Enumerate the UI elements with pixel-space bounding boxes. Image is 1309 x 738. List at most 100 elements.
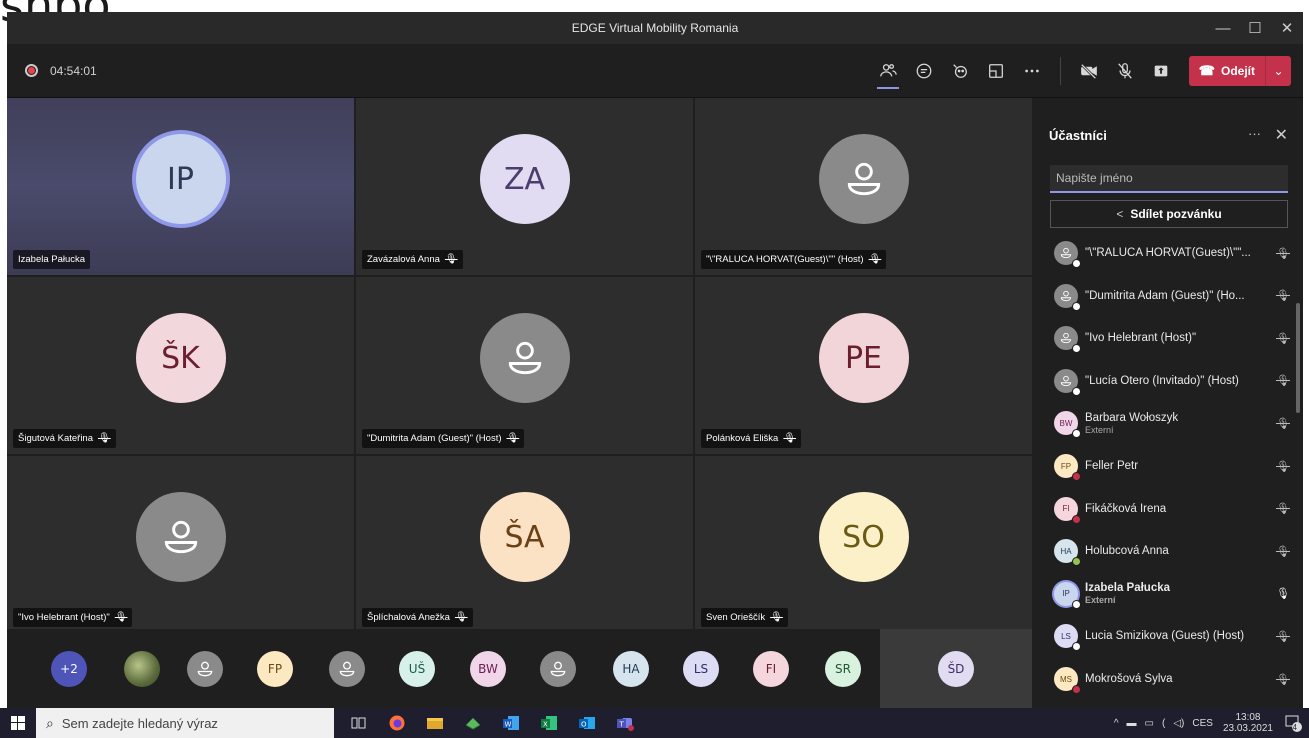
notification-center-button[interactable]: 4 <box>1283 713 1303 733</box>
task-view-icon[interactable] <box>340 708 378 738</box>
participant-avatar <box>1054 368 1081 396</box>
reactions-button[interactable] <box>942 53 978 89</box>
participant-list-item[interactable]: "\"RALUCA HORVAT(Guest)\""... 🎙︎ <box>1034 232 1292 274</box>
participant-search-input[interactable] <box>1050 165 1288 193</box>
participant-list-item[interactable]: BW Barbara Wołoszyk Externí 🎙︎ <box>1034 402 1292 444</box>
participant-list-item[interactable]: "Ivo Helebrant (Host)" 🎙︎ <box>1034 317 1292 359</box>
mic-off-icon[interactable]: 🎙︎ <box>1276 630 1290 643</box>
word-icon[interactable]: W <box>492 708 530 738</box>
volume-icon[interactable]: ◁) <box>1173 718 1184 729</box>
leave-options-button[interactable]: ⌄ <box>1265 56 1291 86</box>
taskbar-search-box[interactable]: ⌕ Sem zadejte hledaný výraz <box>36 708 334 738</box>
participant-list-item[interactable]: HA Holubcová Anna 🎙︎ <box>1034 530 1292 572</box>
close-button[interactable]: ✕ <box>1271 12 1303 44</box>
participant-list-item[interactable]: FP Feller Petr 🎙︎ <box>1034 445 1292 487</box>
video-tile[interactable]: "Ivo Helebrant (Host)" 🎙︎ <box>7 456 354 633</box>
mic-on-icon[interactable]: 🎙︎ <box>1276 587 1290 600</box>
person-icon <box>508 342 541 375</box>
app-green-icon[interactable] <box>454 708 492 738</box>
participants-button[interactable] <box>870 53 906 89</box>
mic-off-icon[interactable]: 🎙︎ <box>1276 545 1290 558</box>
outlook-icon[interactable]: O <box>568 708 606 738</box>
strip-avatar[interactable]: FP <box>257 651 293 687</box>
participant-list-item[interactable]: "Lucía Otero (Invitado)" (Host) 🎙︎ <box>1034 360 1292 402</box>
video-tile[interactable]: "\"RALUCA HORVAT(Guest)\"" (Host) 🎙︎ <box>695 98 1032 275</box>
mic-off-icon[interactable]: 🎙︎ <box>1276 417 1290 430</box>
tray-expand-icon[interactable]: ^ <box>1114 718 1119 729</box>
person-icon <box>164 521 197 554</box>
participant-list-item[interactable]: FI Fikáčková Irena 🎙︎ <box>1034 488 1292 530</box>
teams-icon[interactable]: T <box>606 708 644 738</box>
more-actions-button[interactable] <box>1014 53 1050 89</box>
participant-entry: Lucia Smizikova (Guest) (Host) <box>1085 630 1250 642</box>
excel-icon[interactable]: X <box>530 708 568 738</box>
mic-off-icon[interactable]: 🎙︎ <box>1276 502 1290 515</box>
chat-button[interactable] <box>906 53 942 89</box>
video-tile[interactable]: IP Izabela Pałucka <box>7 98 354 275</box>
strip-avatar[interactable]: BW <box>470 651 506 687</box>
video-tile[interactable]: ZA Zavázalová Anna 🎙︎ <box>356 98 693 275</box>
mic-toggle-button[interactable] <box>1107 53 1143 89</box>
clock[interactable]: 13:08 23.03.2021 <box>1223 712 1273 734</box>
presence-status-icon <box>1072 429 1081 439</box>
strip-avatar[interactable] <box>540 651 576 687</box>
strip-avatar[interactable]: UŠ <box>399 651 435 687</box>
camera-off-icon <box>1080 63 1097 80</box>
participant-name-label: Sven Orieščík 🎙︎ <box>701 608 788 627</box>
strip-avatar[interactable]: ŠD <box>938 651 974 687</box>
mic-off-icon[interactable]: 🎙︎ <box>1276 374 1290 387</box>
mic-off-icon: 🎙︎ <box>770 612 783 623</box>
overflow-strip: +2 FP UŠ BW HA LS FI SR ŠD <box>7 629 1032 708</box>
minimize-button[interactable]: — <box>1207 12 1239 44</box>
svg-text:T: T <box>619 721 625 729</box>
strip-avatar[interactable]: HA <box>613 651 649 687</box>
mic-off-icon[interactable]: 🎙︎ <box>1276 460 1290 473</box>
share-invite-button[interactable]: < Sdílet pozvánku <box>1050 200 1288 228</box>
mic-off-icon[interactable]: 🎙︎ <box>1276 289 1290 302</box>
mic-off-icon[interactable]: 🎙︎ <box>1276 247 1290 260</box>
mic-off-icon[interactable]: 🎙︎ <box>1276 673 1290 686</box>
video-tile[interactable]: PE Polánková Eliška 🎙︎ <box>695 277 1032 454</box>
video-tile[interactable]: ŠA Šplíchalová Anežka 🎙︎ <box>356 456 693 633</box>
presence-status-icon <box>1072 301 1081 311</box>
network-icon[interactable]: ▭ <box>1145 718 1154 729</box>
rooms-button[interactable] <box>978 53 1014 89</box>
panel-scrollbar[interactable] <box>1296 303 1300 413</box>
participant-avatar: ŠK <box>135 313 226 404</box>
participant-list-item[interactable]: IP Izabela Pałucka Externí 🎙︎ <box>1034 573 1292 615</box>
strip-avatar[interactable]: LS <box>683 651 719 687</box>
chat-icon <box>916 63 932 79</box>
wifi-icon[interactable]: ( <box>1162 718 1165 729</box>
camera-toggle-button[interactable] <box>1071 53 1107 89</box>
avatar-initials: ŠK <box>161 340 200 376</box>
strip-avatar[interactable]: SR <box>825 651 861 687</box>
video-tile[interactable]: ŠK Šigutová Kateřina 🎙︎ <box>7 277 354 454</box>
svg-text:X: X <box>543 721 548 729</box>
firefox-icon[interactable] <box>378 708 416 738</box>
video-tile[interactable]: "Dumitrita Adam (Guest)" (Host) 🎙︎ <box>356 277 693 454</box>
strip-avatar[interactable]: FI <box>753 651 789 687</box>
file-explorer-icon[interactable] <box>416 708 454 738</box>
language-indicator[interactable]: CES <box>1192 718 1213 729</box>
video-tile[interactable]: SO Sven Orieščík 🎙︎ <box>695 456 1032 633</box>
panel-more-icon[interactable]: ··· <box>1248 126 1261 141</box>
svg-text:O: O <box>581 721 587 729</box>
panel-close-icon[interactable]: ✕ <box>1275 125 1288 145</box>
participant-list-item[interactable]: LS Lucia Smizikova (Guest) (Host) 🎙︎ <box>1034 615 1292 657</box>
participant-name: "\"RALUCA HORVAT(Guest)\"" (Host) <box>706 254 864 265</box>
person-icon <box>339 661 355 677</box>
participant-list-item[interactable]: "Dumitrita Adam (Guest)" (Ho... 🎙︎ <box>1034 275 1292 317</box>
share-screen-button[interactable] <box>1143 53 1179 89</box>
hang-up-icon: ☎ <box>1198 63 1215 78</box>
battery-icon[interactable]: ▬ <box>1127 718 1137 729</box>
leave-button[interactable]: ☎ Odejít <box>1188 56 1265 86</box>
person-icon <box>1060 375 1072 386</box>
mic-off-icon[interactable]: 🎙︎ <box>1276 332 1290 345</box>
strip-avatar[interactable] <box>329 651 365 687</box>
maximize-button[interactable]: ☐ <box>1239 12 1271 44</box>
strip-avatar[interactable] <box>187 651 223 687</box>
participant-photo-avatar[interactable] <box>124 651 160 687</box>
more-participants-button[interactable]: +2 <box>51 651 87 687</box>
start-button[interactable] <box>0 708 36 738</box>
participant-list-item[interactable]: MS Mokrošová Sylva 🎙︎ <box>1034 658 1292 700</box>
